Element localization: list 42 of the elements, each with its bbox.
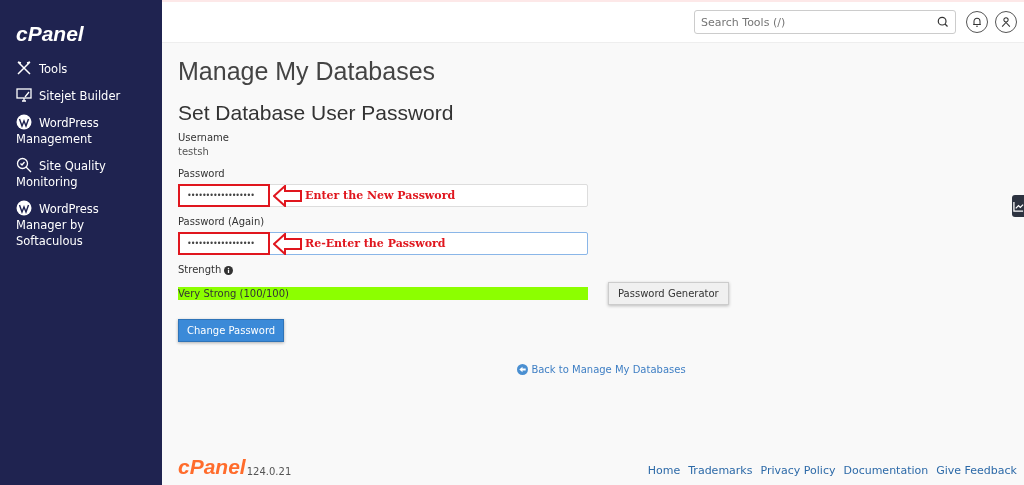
footer-link[interactable]: Documentation: [843, 464, 929, 477]
version-text: 124.0.21: [246, 466, 292, 477]
footer-link[interactable]: Give Feedback: [936, 464, 1017, 477]
sidebar-item[interactable]: Sitejet Builder: [16, 87, 162, 104]
page-title: Manage My Databases: [178, 57, 437, 86]
cpanel-logo[interactable]: cPanel: [16, 22, 84, 46]
footer-link[interactable]: Home: [647, 464, 681, 477]
cpanel-logo: cPanel: [178, 457, 246, 477]
wordpress-icon: [16, 200, 32, 216]
back-link[interactable]: Back to Manage My Databases: [517, 364, 686, 375]
bell-icon: [971, 16, 983, 28]
footer-link[interactable]: Trademarks: [688, 464, 753, 477]
sidebar-item[interactable]: WordPress Management: [16, 114, 162, 147]
left-arrow-icon: [273, 184, 303, 207]
info-icon: [224, 265, 234, 275]
field-label: Password: [178, 167, 226, 181]
side-tab[interactable]: [1012, 195, 1024, 217]
field-label: Strength: [178, 263, 222, 277]
field-label: Username: [178, 131, 230, 145]
notifications-button[interactable]: [966, 11, 988, 33]
left-arrow-icon: [273, 232, 303, 255]
annotation-text: Re-Enter the Password: [305, 237, 446, 250]
sidebar-item[interactable]: Tools: [16, 60, 162, 77]
back-arrow-icon: [517, 364, 529, 375]
sidebar-item[interactable]: WordPress Manager by Softaculous: [16, 200, 162, 249]
search-field[interactable]: Search Tools (/): [694, 10, 956, 34]
footer-link[interactable]: Privacy Policy: [760, 464, 836, 477]
password-generator-button[interactable]: Password Generator: [608, 282, 729, 305]
magnifier-check-icon: [16, 157, 32, 173]
user-button[interactable]: [995, 11, 1017, 33]
strength-reading: Very Strong (100/100): [178, 288, 289, 299]
wordpress-icon: [16, 114, 32, 130]
section-title: Set Database User Password: [178, 101, 455, 125]
field-label: Password (Again): [178, 215, 266, 229]
user-icon: [1000, 16, 1012, 28]
sidebar-item[interactable]: Site Quality Monitoring: [16, 157, 162, 190]
annotation-text: Enter the New Password: [305, 189, 456, 202]
tools-icon: [16, 60, 32, 76]
username-value: testsh: [178, 145, 210, 159]
search-icon: [937, 16, 949, 28]
monitor-icon: [16, 87, 32, 103]
change-password-button[interactable]: Change Password: [178, 319, 285, 342]
